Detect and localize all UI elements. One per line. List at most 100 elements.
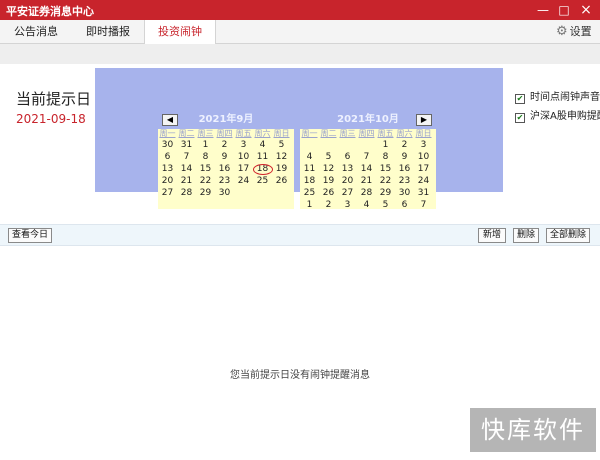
settings-button[interactable]: ⚙ 设置 — [556, 23, 592, 41]
calendar-day[interactable]: 3 — [234, 139, 253, 151]
calendar-day[interactable]: 10 — [414, 151, 433, 163]
calendar-day[interactable]: 6 — [338, 151, 357, 163]
calendar-day[interactable]: 31 — [177, 139, 196, 151]
calendar-day[interactable]: 19 — [319, 175, 338, 187]
empty-message: 您当前提示日没有闹钟提醒消息 — [230, 370, 370, 381]
calendar-day[interactable]: 26 — [272, 175, 291, 187]
calendar-day[interactable]: 3 — [414, 139, 433, 151]
calendar-day[interactable]: 4 — [253, 139, 272, 151]
calendar-day — [300, 139, 319, 151]
tab-announcements[interactable]: 公告消息 — [0, 20, 72, 44]
weekday-header: 周一 — [301, 129, 318, 138]
calendar-day[interactable]: 9 — [395, 151, 414, 163]
calendar-day[interactable]: 16 — [395, 163, 414, 175]
prev-month-button[interactable]: ◀ — [162, 114, 178, 126]
action-toolbar: 查看今日 新增 删除 全部删除 — [0, 224, 600, 246]
calendar-day[interactable]: 20 — [158, 175, 177, 187]
calendar-day[interactable]: 22 — [376, 175, 395, 187]
calendar-day[interactable]: 21 — [357, 175, 376, 187]
calendar-day[interactable]: 26 — [319, 187, 338, 199]
minimize-button[interactable]: — — [532, 0, 554, 20]
alarm-sound-option[interactable]: ✔ 时间点闹钟声音 — [515, 91, 600, 105]
delete-button[interactable]: 删除 — [513, 228, 539, 243]
calendar-day[interactable]: 30 — [395, 187, 414, 199]
settings-label: 设置 — [569, 25, 592, 38]
calendar-day[interactable]: 12 — [272, 151, 291, 163]
calendar-day[interactable]: 9 — [215, 151, 234, 163]
tab-investment-alarm[interactable]: 投资闹钟 — [144, 20, 216, 45]
calendar-day[interactable]: 13 — [158, 163, 177, 175]
calendar-day — [319, 139, 338, 151]
calendar-day[interactable]: 11 — [253, 151, 272, 163]
calendar-day[interactable]: 2 — [395, 139, 414, 151]
view-today-button[interactable]: 查看今日 — [8, 228, 52, 243]
maximize-button[interactable]: □ — [553, 0, 575, 20]
calendar-day[interactable]: 15 — [196, 163, 215, 175]
calendar-day[interactable]: 5 — [376, 199, 395, 211]
calendar-day[interactable]: 6 — [158, 151, 177, 163]
calendar-day[interactable]: 17 — [414, 163, 433, 175]
calendar-day[interactable]: 1 — [376, 139, 395, 151]
calendar-day[interactable]: 30 — [215, 187, 234, 199]
calendar-day[interactable]: 23 — [215, 175, 234, 187]
calendar-day[interactable]: 17 — [234, 163, 253, 175]
calendar-day[interactable]: 3 — [338, 199, 357, 211]
calendar-day[interactable]: 14 — [357, 163, 376, 175]
calendar-day[interactable]: 12 — [319, 163, 338, 175]
tab-live-broadcast[interactable]: 即时播报 — [72, 20, 144, 44]
calendar-day[interactable]: 5 — [272, 139, 291, 151]
ipo-reminder-checkbox[interactable]: ✔ — [515, 113, 525, 123]
calendar-day[interactable]: 15 — [376, 163, 395, 175]
weekday-header: 周六 — [254, 129, 271, 138]
calendar-day[interactable]: 1 — [196, 139, 215, 151]
calendar-day[interactable]: 20 — [338, 175, 357, 187]
calendar-day[interactable]: 1 — [300, 199, 319, 211]
add-button[interactable]: 新增 — [478, 228, 506, 243]
calendar-day[interactable]: 8 — [196, 151, 215, 163]
calendar-day[interactable]: 29 — [196, 187, 215, 199]
calendar-day[interactable]: 21 — [177, 175, 196, 187]
calendar-day[interactable]: 31 — [414, 187, 433, 199]
calendar-day[interactable]: 27 — [338, 187, 357, 199]
calendar-day[interactable]: 2 — [215, 139, 234, 151]
calendar-day[interactable]: 7 — [177, 151, 196, 163]
calendar-day[interactable]: 7 — [357, 151, 376, 163]
alarm-sound-checkbox[interactable]: ✔ — [515, 94, 525, 104]
calendar-day[interactable]: 25 — [300, 187, 319, 199]
calendar-day[interactable]: 24 — [414, 175, 433, 187]
calendar-day[interactable]: 14 — [177, 163, 196, 175]
calendar-day[interactable]: 4 — [300, 151, 319, 163]
calendar-day[interactable]: 23 — [395, 175, 414, 187]
calendar-day[interactable]: 18 — [300, 175, 319, 187]
ipo-reminder-label: 沪深A股申购提醒 — [530, 111, 600, 122]
calendar-day[interactable]: 25 — [253, 175, 272, 187]
delete-all-button[interactable]: 全部删除 — [546, 228, 590, 243]
calendar-day[interactable]: 29 — [376, 187, 395, 199]
calendar-day[interactable]: 16 — [215, 163, 234, 175]
weekday-header: 周四 — [358, 129, 375, 138]
calendar-day[interactable]: 28 — [357, 187, 376, 199]
calendar-day[interactable]: 4 — [357, 199, 376, 211]
month-title: 2021年9月 — [198, 114, 254, 125]
calendar-day[interactable]: 24 — [234, 175, 253, 187]
calendar-day[interactable]: 18 — [253, 163, 273, 175]
reminder-date: 2021-09-18 — [16, 112, 86, 126]
calendar-day[interactable]: 22 — [196, 175, 215, 187]
calendar-day[interactable]: 13 — [338, 163, 357, 175]
close-button[interactable]: × — [575, 0, 597, 20]
weekday-header: 周六 — [396, 129, 413, 138]
calendar-day[interactable]: 19 — [272, 163, 291, 175]
next-month-button[interactable]: ▶ — [416, 114, 432, 126]
calendar-day[interactable]: 28 — [177, 187, 196, 199]
weekday-header: 周五 — [235, 129, 252, 138]
calendar-day[interactable]: 11 — [300, 163, 319, 175]
calendar-day[interactable]: 30 — [158, 139, 177, 151]
ipo-reminder-option[interactable]: ✔ 沪深A股申购提醒 — [515, 110, 600, 124]
calendar-day[interactable]: 2 — [319, 199, 338, 211]
calendar-day[interactable]: 6 — [395, 199, 414, 211]
calendar-day[interactable]: 7 — [414, 199, 433, 211]
calendar-day[interactable]: 10 — [234, 151, 253, 163]
calendar-day[interactable]: 5 — [319, 151, 338, 163]
calendar-day[interactable]: 8 — [376, 151, 395, 163]
calendar-day[interactable]: 27 — [158, 187, 177, 199]
